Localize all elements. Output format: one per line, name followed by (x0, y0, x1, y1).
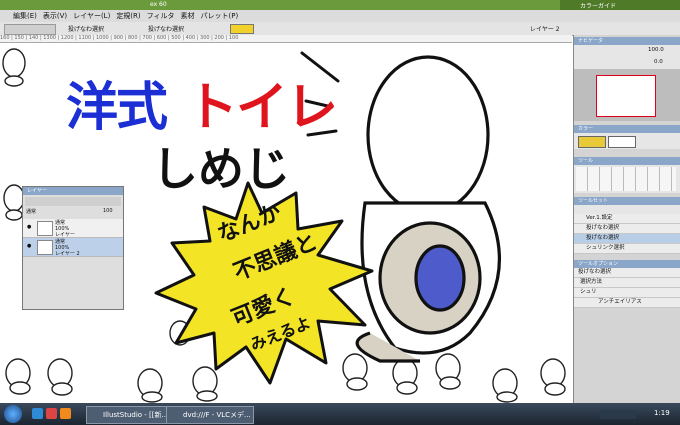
menu-material[interactable]: 素材 (178, 11, 198, 21)
quicklaunch-app-icon[interactable] (46, 408, 57, 419)
tool-icons[interactable] (576, 167, 676, 191)
layer-opacity[interactable]: 100 (103, 208, 113, 214)
toolset-item[interactable]: シュリンク選択 (574, 244, 680, 254)
layer-palette[interactable]: レイヤー 通常 100 ● 通常 100% レイヤー ● 通常 100% レイヤ… (22, 186, 124, 310)
horizontal-ruler: 160 | 150 | 140 | 1300 | 1200 | 1100 | 1… (0, 35, 572, 43)
layer-blend-mode[interactable]: 通常 (26, 208, 36, 215)
clock: 1:19 (654, 409, 670, 417)
eye-icon[interactable]: ● (27, 224, 31, 230)
window-titlebar: ex 60 カラーガイド (0, 0, 680, 10)
layer-row[interactable]: ● 通常 100% レイヤー (23, 219, 123, 238)
tool-options-bar: 投げなわ選択 投げなわ選択 レイヤー 2 (0, 22, 680, 36)
current-layer-label: レイヤー 2 (530, 26, 560, 33)
main-color-swatch[interactable] (230, 24, 254, 34)
subtitle-shimeji: しめじ (152, 142, 290, 196)
layer-row[interactable]: ● 通常 100% レイヤー 2 (23, 238, 123, 257)
taskbar-illuststudio[interactable]: IllustStudio - [[新... (86, 406, 174, 424)
tool-option-name: 投げなわ選択 (574, 268, 680, 278)
start-button-icon[interactable] (4, 405, 22, 423)
tool-option-2[interactable]: 投げなわ選択 (148, 24, 184, 33)
toolset-item[interactable]: 投げなわ選択 (574, 224, 680, 234)
menu-filter[interactable]: フィルタ (144, 11, 178, 21)
navigator-zoom[interactable]: 100.0 (648, 47, 664, 53)
menu-ruler[interactable]: 定規(R) (113, 11, 143, 21)
tool-panel-title: ツール (574, 157, 680, 165)
layer-thumbnail (37, 240, 53, 255)
color-panel-title: カラー (574, 125, 680, 133)
quicklaunch-vlc-icon[interactable] (60, 408, 71, 419)
menu-view[interactable]: 表示(V) (40, 11, 70, 21)
toolset-item[interactable]: Ver.1.設定 (574, 214, 680, 224)
color-guide-title: カラーガイド (580, 3, 617, 10)
window-title: ex 60 (150, 1, 167, 8)
shrink-option[interactable]: シュリ (574, 288, 680, 298)
navigator-controls[interactable]: 100.0 (574, 45, 680, 57)
taskbar-vlc[interactable]: dvd:///F - VLCメデ... (166, 406, 254, 424)
tool-grid[interactable] (574, 165, 680, 193)
taskbar: IllustStudio - [[新... dvd:///F - VLCメデ..… (0, 403, 680, 425)
layer-palette-title: レイヤー (23, 187, 123, 195)
title-word-western: 洋式 (66, 77, 168, 138)
title-word-toilet: トイレ (186, 77, 338, 138)
navigator-angle[interactable]: 0.0 (654, 59, 663, 65)
titlebar-right: カラーガイド (560, 0, 680, 10)
menu-palette[interactable]: パレット(P) (198, 11, 242, 21)
navigator-title: ナビゲータ (574, 37, 680, 45)
tool-option-title: ツールオプション (574, 260, 680, 268)
color-swatches[interactable] (574, 133, 680, 149)
menu-edit[interactable]: 編集(E) (10, 11, 40, 21)
navigator-thumbnail (596, 75, 656, 117)
right-dock: ナビゲータ 100.0 0.0 カラー ツール ツールセット Ver.1.設定 … (573, 35, 680, 403)
navigator-preview[interactable] (574, 69, 680, 121)
quicklaunch-ie-icon[interactable] (32, 408, 43, 419)
selection-method[interactable]: 選択方法 (574, 278, 680, 288)
file-buttons[interactable] (4, 24, 56, 35)
tool-option-1[interactable]: 投げなわ選択 (68, 24, 104, 33)
menu-layer[interactable]: レイヤー(L) (70, 11, 113, 21)
layer-name: レイヤー 2 (55, 251, 80, 257)
navigator-rotate[interactable]: 0.0 (574, 57, 680, 69)
tray-icons[interactable] (600, 410, 636, 419)
big-toilet (355, 55, 501, 363)
eye-icon[interactable]: ● (27, 243, 31, 249)
toolset-item-selected[interactable]: 投げなわ選択 (574, 234, 680, 244)
toolset-title: ツールセット (574, 197, 680, 205)
toolset-toolbar[interactable] (574, 205, 680, 214)
sub-color-chip[interactable] (608, 136, 636, 148)
anti-alias-checkbox[interactable]: アンチエイリアス (574, 298, 680, 308)
layer-palette-toolbar[interactable] (25, 197, 121, 206)
main-color-chip[interactable] (578, 136, 606, 148)
layer-thumbnail (37, 221, 53, 236)
